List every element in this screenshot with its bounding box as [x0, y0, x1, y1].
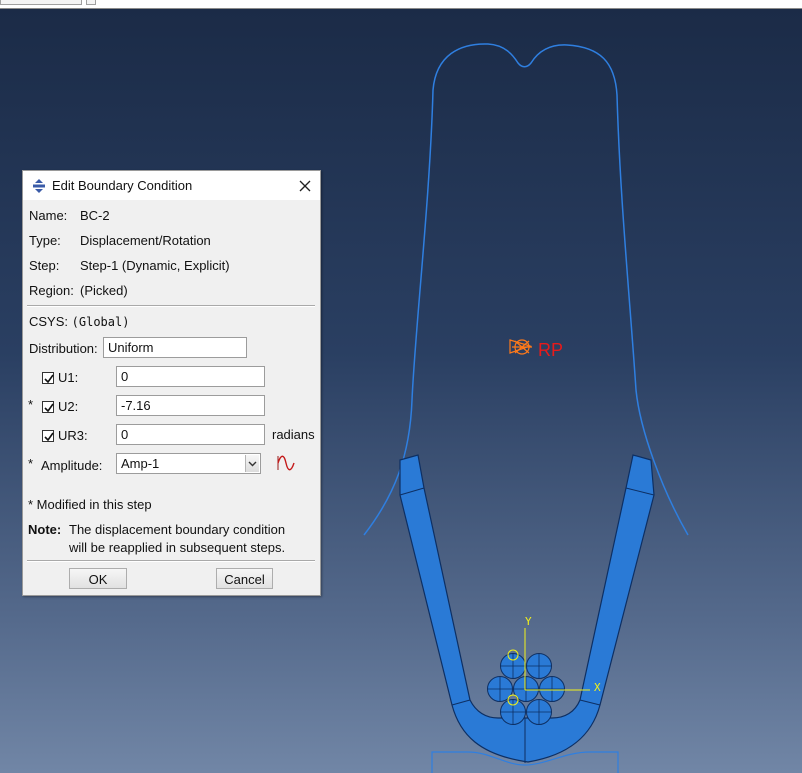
csys-row: CSYS: (Global) [29, 314, 129, 329]
amplitude-label: Amplitude: [41, 458, 103, 473]
note-line2: will be reapplied in subsequent steps. [69, 540, 286, 555]
cancel-button[interactable]: Cancel [216, 568, 273, 589]
separator [27, 560, 315, 562]
axis-x-label: X [594, 681, 601, 694]
step-value: Step-1 (Dynamic, Explicit) [80, 258, 230, 273]
ur3-checkbox[interactable] [42, 430, 54, 442]
ur3-field[interactable] [116, 424, 265, 445]
dialog-title: Edit Boundary Condition [52, 178, 193, 193]
toolbar-fragment [86, 0, 96, 5]
type-label: Type: [29, 233, 61, 248]
note-line1: The displacement boundary condition [69, 522, 286, 537]
region-label: Region: [29, 283, 74, 298]
amplitude-curve-icon[interactable] [276, 453, 296, 473]
checkmark-icon [44, 403, 54, 413]
dialog-titlebar[interactable]: Edit Boundary Condition [23, 171, 320, 200]
u2-field[interactable] [116, 395, 265, 416]
u2-checkbox[interactable] [42, 401, 54, 413]
checkmark-icon [44, 432, 54, 442]
name-value: BC-2 [80, 208, 110, 223]
ok-button[interactable]: OK [69, 568, 127, 589]
toolbar-fragment [0, 0, 82, 5]
distribution-label: Distribution: [29, 341, 98, 356]
region-row: Region: (Picked) [29, 283, 128, 298]
u1-field[interactable] [116, 366, 265, 387]
note-label: Note: [28, 522, 62, 537]
axis-y-label: Y [525, 615, 532, 628]
rp-label: RP [538, 340, 564, 360]
amplitude-modified-marker: * [28, 456, 34, 471]
top-toolbar-strip [0, 0, 802, 9]
csys-label: CSYS: [29, 314, 69, 329]
ur3-label: UR3: [58, 428, 88, 443]
name-row: Name: BC-2 [29, 208, 110, 223]
close-icon[interactable] [295, 176, 315, 196]
edit-boundary-condition-dialog[interactable]: Edit Boundary Condition Name: BC-2 Type: D… [22, 170, 321, 596]
step-row: Step: Step-1 (Dynamic, Explicit) [29, 258, 230, 273]
distribution-field[interactable] [103, 337, 247, 358]
u1-checkbox[interactable] [42, 372, 54, 384]
region-value: (Picked) [80, 283, 128, 298]
type-row: Type: Displacement/Rotation [29, 233, 211, 248]
chevron-down-icon[interactable] [245, 455, 259, 472]
u2-modified-marker: * [28, 397, 34, 412]
boundary-condition-icon [33, 179, 45, 193]
ur3-unit: radians [272, 427, 315, 442]
strand-bundle[interactable] [487, 653, 565, 725]
reference-point-symbol[interactable] [509, 339, 532, 355]
checkmark-icon [44, 374, 54, 384]
u2-label: U2: [58, 399, 79, 414]
name-label: Name: [29, 208, 68, 223]
u1-label: U1: [58, 370, 79, 385]
type-value: Displacement/Rotation [80, 233, 211, 248]
amplitude-value: Amp-1 [121, 456, 160, 471]
separator [27, 305, 315, 307]
modified-note: * Modified in this step [28, 497, 152, 512]
amplitude-select[interactable]: Amp-1 [116, 453, 261, 474]
step-label: Step: [29, 258, 60, 273]
csys-value: (Global) [71, 315, 130, 329]
